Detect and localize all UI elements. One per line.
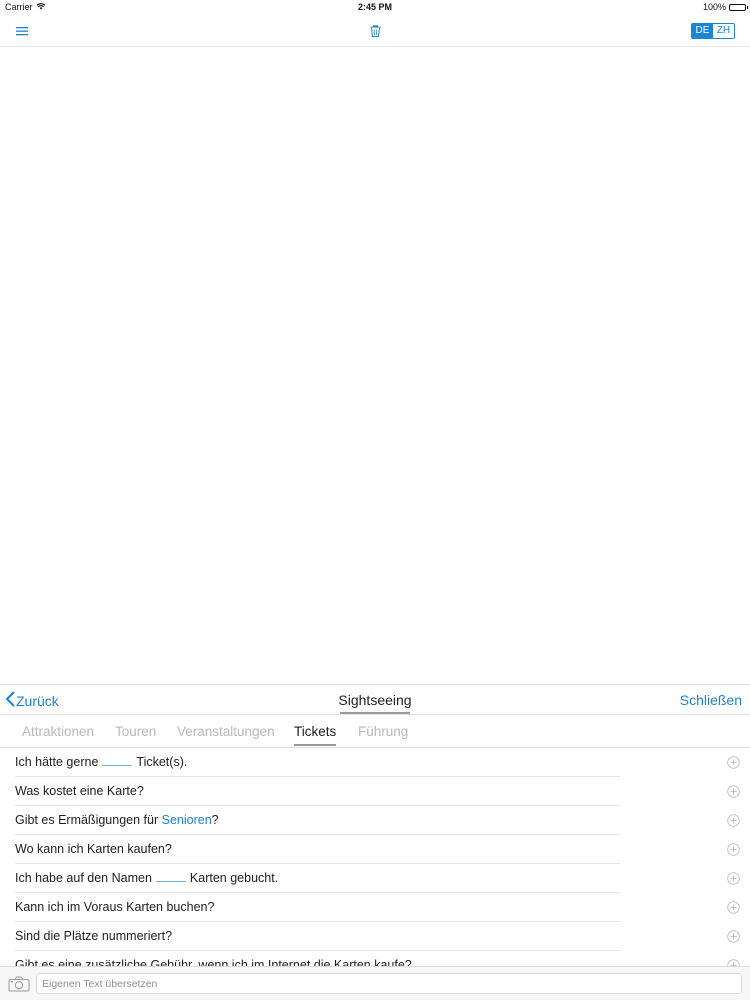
add-circle-icon[interactable] [727, 814, 740, 827]
phrase-row[interactable]: Wo kann ich Karten kaufen? [0, 835, 750, 864]
phrase-row[interactable]: Gibt es Ermäßigungen für Senioren? [0, 806, 750, 835]
fill-in-blank[interactable] [102, 755, 133, 766]
trash-icon[interactable] [366, 22, 384, 40]
phrase-row[interactable]: Ich habe auf den Namen Karten gebucht. [0, 864, 750, 893]
phrase-text-after: ? [211, 813, 219, 827]
add-circle-icon[interactable] [727, 901, 740, 914]
phrase-row[interactable]: Kann ich im Voraus Karten buchen? [0, 893, 750, 922]
tab-fuehrung[interactable]: Führung [358, 724, 408, 739]
add-circle-icon[interactable] [727, 756, 740, 769]
category-tabs: Attraktionen Touren Veranstaltungen Tick… [0, 715, 750, 748]
close-button[interactable]: Schließen [680, 692, 742, 708]
phrase-row[interactable]: Gibt es eine zusätzliche Gebühr, wenn ic… [0, 951, 750, 966]
phrase-text: Wo kann ich Karten kaufen? [15, 842, 172, 856]
lang-option-zh[interactable]: ZH [713, 24, 734, 38]
battery-icon [729, 4, 748, 11]
title-underline [340, 712, 410, 714]
hamburger-menu-icon[interactable] [12, 22, 32, 40]
phrase-text: Was kostet eine Karte? [15, 784, 144, 798]
phrase-text-before: Ich hätte gerne [15, 755, 99, 769]
tab-veranstaltungen[interactable]: Veranstaltungen [177, 724, 275, 739]
top-toolbar: DE ZH [0, 15, 750, 47]
phrase-row[interactable]: Was kostet eine Karte? [0, 777, 750, 806]
phrase-text-before: Ich habe auf den Namen [15, 871, 152, 885]
phrase-text: Ich habe auf den Namen Karten gebucht. [15, 871, 278, 885]
add-circle-icon[interactable] [727, 843, 740, 856]
phrase-row[interactable]: Sind die Plätze nummeriert? [0, 922, 750, 951]
phrase-list: Ich hätte gerne Ticket(s). Was kostet ein… [0, 748, 750, 966]
add-circle-icon[interactable] [727, 930, 740, 943]
lang-option-de[interactable]: DE [692, 24, 713, 38]
fill-in-blank[interactable] [155, 871, 186, 882]
tab-touren[interactable]: Touren [115, 724, 156, 739]
phrase-text: Gibt es eine zusätzliche Gebühr, wenn ic… [15, 958, 412, 966]
phrase-text: Gibt es Ermäßigungen für Senioren? [15, 813, 219, 827]
add-circle-icon[interactable] [727, 785, 740, 798]
phrase-text-before: Gibt es Ermäßigungen für [15, 813, 162, 827]
add-circle-icon[interactable] [727, 872, 740, 885]
phrase-row[interactable]: Ich hätte gerne Ticket(s). [0, 748, 750, 777]
battery-percent: 100% [702, 2, 726, 12]
phrase-text-after: Ticket(s). [136, 755, 188, 769]
status-time: 2:45 PM [357, 2, 392, 12]
phrase-text-after: Karten gebucht. [189, 871, 279, 885]
status-bar: Carrier 2:45 PM 100% [0, 0, 750, 15]
tab-tickets[interactable]: Tickets [294, 724, 337, 746]
phrase-text: Kann ich im Voraus Karten buchen? [15, 900, 215, 914]
tab-attraktionen[interactable]: Attraktionen [22, 724, 94, 739]
status-right: 100% [702, 0, 748, 15]
add-circle-icon[interactable] [727, 959, 740, 966]
phrase-panel-header: Zurück Sightseeing Schließen [0, 684, 750, 715]
phrase-text: Ich hätte gerne Ticket(s). [15, 755, 187, 769]
language-switch: DE ZH [691, 23, 735, 39]
bottom-input-bar [0, 966, 750, 1000]
panel-title: Sightseeing [338, 692, 412, 708]
phrase-highlight-link[interactable]: Senioren [162, 813, 212, 827]
translate-text-input[interactable] [36, 973, 742, 994]
camera-icon[interactable] [8, 976, 30, 992]
phrase-text: Sind die Plätze nummeriert? [15, 929, 173, 943]
